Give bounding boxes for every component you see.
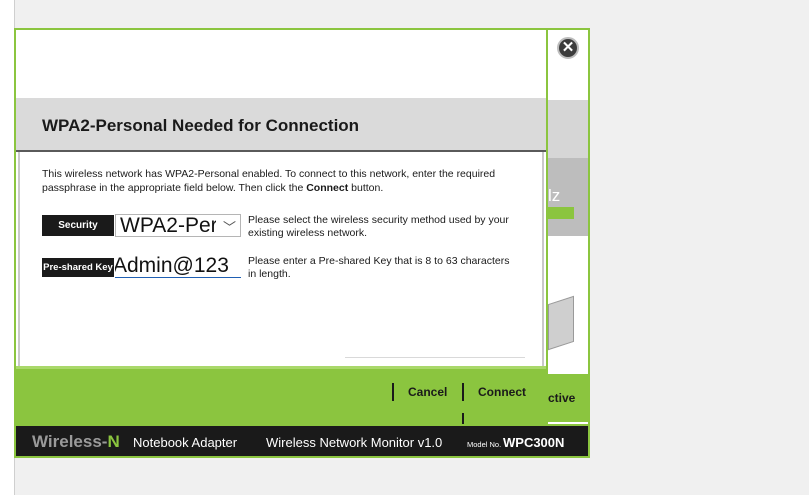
security-label: Security — [42, 215, 114, 236]
description-text-start: This wireless network has WPA2-Personal … — [42, 168, 496, 194]
pre-shared-key-value: Admin@123 — [115, 254, 229, 277]
button-separator — [392, 383, 394, 401]
pre-shared-key-help-text: Please enter a Pre-shared Key that is 8 … — [248, 255, 510, 280]
connect-button[interactable]: Connect — [478, 385, 526, 399]
security-help-text: Please select the wireless security meth… — [248, 214, 509, 239]
divider — [345, 357, 525, 358]
security-select[interactable]: WPA2-Personal ﹀ — [115, 214, 241, 237]
chevron-down-icon: ﹀ — [222, 220, 236, 235]
dialog-description: This wireless network has WPA2-Personal … — [42, 167, 512, 195]
close-icon[interactable]: ✕ — [557, 37, 579, 59]
description-text-end: button. — [348, 182, 384, 194]
background-frequency-text: lz — [548, 186, 561, 205]
dialog-top-area — [16, 30, 546, 98]
security-select-value: WPA2-Personal — [120, 215, 216, 237]
app-name-version: Wireless Network Monitor v1.0 — [266, 435, 443, 450]
model-number-label: Model No. — [467, 440, 502, 449]
model-number: WPC300N — [503, 435, 565, 450]
pre-shared-key-input[interactable]: Admin@123 — [115, 254, 241, 278]
dialog-button-bar — [16, 368, 546, 426]
background-status-text: ctive — [548, 391, 576, 405]
signal-bar — [546, 207, 574, 219]
desktop-left-edge — [0, 0, 15, 495]
product-name: Notebook Adapter — [133, 435, 238, 450]
pre-shared-key-label: Pre-shared Key — [42, 258, 114, 277]
dialog-title: WPA2-Personal Needed for Connection — [42, 116, 360, 135]
adapter-card-image — [548, 295, 574, 351]
brand-n-text: N — [107, 432, 120, 451]
cancel-button[interactable]: Cancel — [408, 385, 447, 399]
button-bar-highlight — [16, 366, 546, 369]
button-separator — [462, 383, 464, 401]
monitor-header-band — [546, 100, 588, 158]
brand-logo: Wireless-N — [32, 432, 120, 452]
brand-wireless-text: Wireless- — [32, 432, 108, 451]
description-connect-word: Connect — [306, 182, 349, 194]
